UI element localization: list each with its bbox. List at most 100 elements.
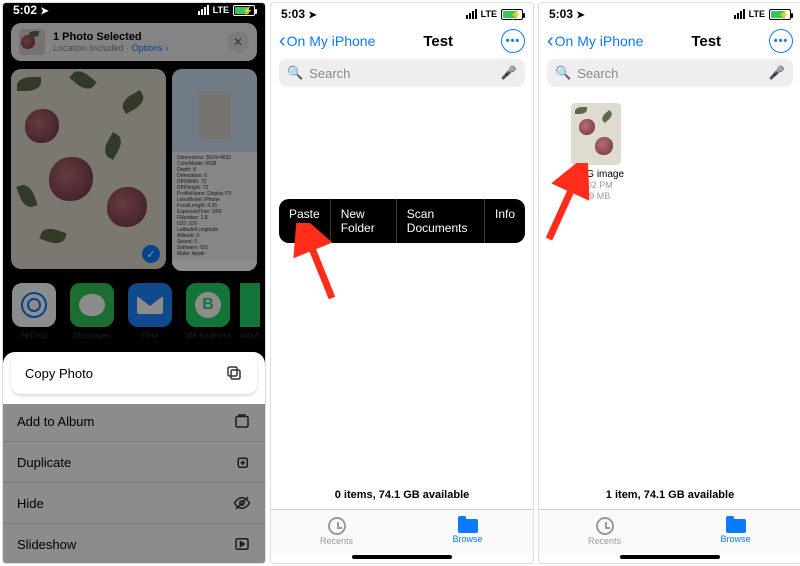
files-body[interactable]: Paste New Folder Scan Documents Info (271, 93, 533, 483)
messages-icon (70, 283, 114, 327)
status-time: 5:03 (549, 7, 573, 21)
mail-icon (128, 283, 172, 327)
status-bar: 5:03 ➤ LTE ⚡ (271, 3, 533, 25)
airdrop-button[interactable]: AirDrop (8, 283, 60, 340)
whatsapp-business-icon: B (186, 283, 230, 327)
signal-icon (466, 9, 477, 19)
back-button[interactable]: ‹ On My iPhone (547, 33, 643, 49)
network-label: LTE (481, 9, 497, 19)
file-name: JPEG image (565, 169, 627, 180)
metadata-preview[interactable]: Dimensions: 3024×4032ColorModel: RGBDept… (172, 69, 257, 271)
status-time: 5:02 (13, 3, 37, 17)
actions-list: Copy Photo Add to Album Duplicate Hide S… (3, 352, 265, 564)
screen-photos-share: 5:02 ➤ LTE ⚡ 1 Photo Selected Location I… (2, 2, 266, 564)
copy-photo-action[interactable]: Copy Photo (11, 352, 257, 395)
search-placeholder: Search (577, 66, 618, 81)
paste-menuitem[interactable]: Paste (279, 199, 331, 243)
clock-icon (596, 517, 614, 535)
status-bar: 5:03 ➤ LTE ⚡ (539, 3, 800, 25)
nav-bar: ‹ On My iPhone Test ••• (539, 25, 800, 57)
ellipsis-icon: ••• (506, 35, 521, 47)
play-rect-icon (233, 535, 251, 553)
tab-browse[interactable]: Browse (670, 510, 800, 553)
info-menuitem[interactable]: Info (485, 199, 525, 243)
back-button[interactable]: ‹ On My iPhone (279, 33, 375, 49)
home-indicator (352, 555, 452, 559)
file-time: 5:02 PM (565, 180, 627, 191)
add-to-album-action[interactable]: Add to Album (3, 401, 265, 442)
copy-icon (225, 364, 243, 382)
tab-recents[interactable]: Recents (539, 510, 670, 553)
battery-icon: ⚡ (501, 9, 523, 20)
folder-icon (726, 519, 746, 533)
more-button[interactable]: ••• (501, 29, 525, 53)
footer-info: 1 item, 74.1 GB available (539, 483, 800, 509)
whatsapp-button[interactable]: WhatsApp (240, 283, 260, 340)
screen-files-empty: 5:03 ➤ LTE ⚡ ‹ On My iPhone Test ••• 🔍 S… (270, 2, 534, 564)
duplicate-action[interactable]: Duplicate (3, 442, 265, 483)
search-field[interactable]: 🔍 Search 🎤 (279, 59, 525, 87)
battery-icon: ⚡ (233, 5, 255, 16)
hide-action[interactable]: Hide (3, 483, 265, 524)
status-time: 5:03 (281, 7, 305, 21)
context-menu: Paste New Folder Scan Documents Info (279, 199, 525, 243)
more-button[interactable]: ••• (769, 29, 793, 53)
screen-files-item: 5:03 ➤ LTE ⚡ ‹ On My iPhone Test ••• 🔍 S… (538, 2, 800, 564)
mic-icon[interactable]: 🎤 (769, 65, 785, 81)
header-thumbnail (19, 29, 45, 55)
chevron-left-icon: ‹ (279, 34, 286, 48)
status-bar: 5:02 ➤ LTE ⚡ (3, 3, 265, 17)
search-field[interactable]: 🔍 Search 🎤 (547, 59, 793, 87)
location-icon: ➤ (308, 10, 316, 21)
airdrop-icon (12, 283, 56, 327)
tab-recents[interactable]: Recents (271, 510, 402, 553)
slideshow-action[interactable]: Slideshow (3, 524, 265, 564)
preview-row: ✓ Dimensions: 3024×4032ColorModel: RGBDe… (3, 65, 265, 277)
nav-title: Test (643, 33, 769, 50)
search-placeholder: Search (309, 66, 350, 81)
signal-icon (198, 5, 209, 15)
eye-slash-icon (233, 494, 251, 512)
folder-icon (458, 519, 478, 533)
location-icon: ➤ (576, 10, 584, 21)
duplicate-icon (233, 453, 251, 471)
footer-info: 0 items, 74.1 GB available (271, 483, 533, 509)
signal-icon (734, 9, 745, 19)
home-indicator (620, 555, 720, 559)
tab-browse[interactable]: Browse (402, 510, 533, 553)
files-body[interactable]: JPEG image 5:02 PM 4.9 MB (539, 93, 800, 483)
nav-title: Test (375, 33, 501, 50)
new-folder-menuitem[interactable]: New Folder (331, 199, 397, 243)
network-label: LTE (213, 5, 229, 15)
scan-documents-menuitem[interactable]: Scan Documents (397, 199, 485, 243)
tab-bar: Recents Browse (539, 509, 800, 553)
whatsapp-business-button[interactable]: B WA Business (182, 283, 234, 340)
whatsapp-icon (240, 283, 260, 327)
close-icon: ✕ (233, 35, 243, 49)
battery-icon: ⚡ (769, 9, 791, 20)
file-size: 4.9 MB (565, 191, 627, 202)
context-menu-arrow (301, 227, 315, 235)
album-icon (233, 412, 251, 430)
ellipsis-icon: ••• (774, 35, 789, 47)
search-icon: 🔍 (287, 65, 303, 81)
file-item[interactable]: JPEG image 5:02 PM 4.9 MB (565, 103, 627, 202)
network-label: LTE (749, 9, 765, 19)
file-thumbnail (571, 103, 621, 165)
search-icon: 🔍 (555, 65, 571, 81)
clock-icon (328, 517, 346, 535)
share-title: 1 Photo Selected (53, 31, 168, 43)
options-link[interactable]: Options (132, 43, 163, 53)
selected-check-icon: ✓ (142, 245, 160, 263)
chevron-left-icon: ‹ (547, 34, 554, 48)
nav-bar: ‹ On My iPhone Test ••• (271, 25, 533, 57)
selected-photo-thumbnail[interactable]: ✓ (11, 69, 166, 269)
close-button[interactable]: ✕ (227, 31, 249, 53)
messages-button[interactable]: Messages (66, 283, 118, 340)
mail-button[interactable]: Mail (124, 283, 176, 340)
share-subtitle: Location Included (53, 43, 124, 53)
share-header: 1 Photo Selected Location Included · Opt… (11, 23, 257, 61)
share-apps-row: AirDrop Messages Mail B WA Business What… (3, 277, 265, 350)
tab-bar: Recents Browse (271, 509, 533, 553)
mic-icon[interactable]: 🎤 (501, 65, 517, 81)
